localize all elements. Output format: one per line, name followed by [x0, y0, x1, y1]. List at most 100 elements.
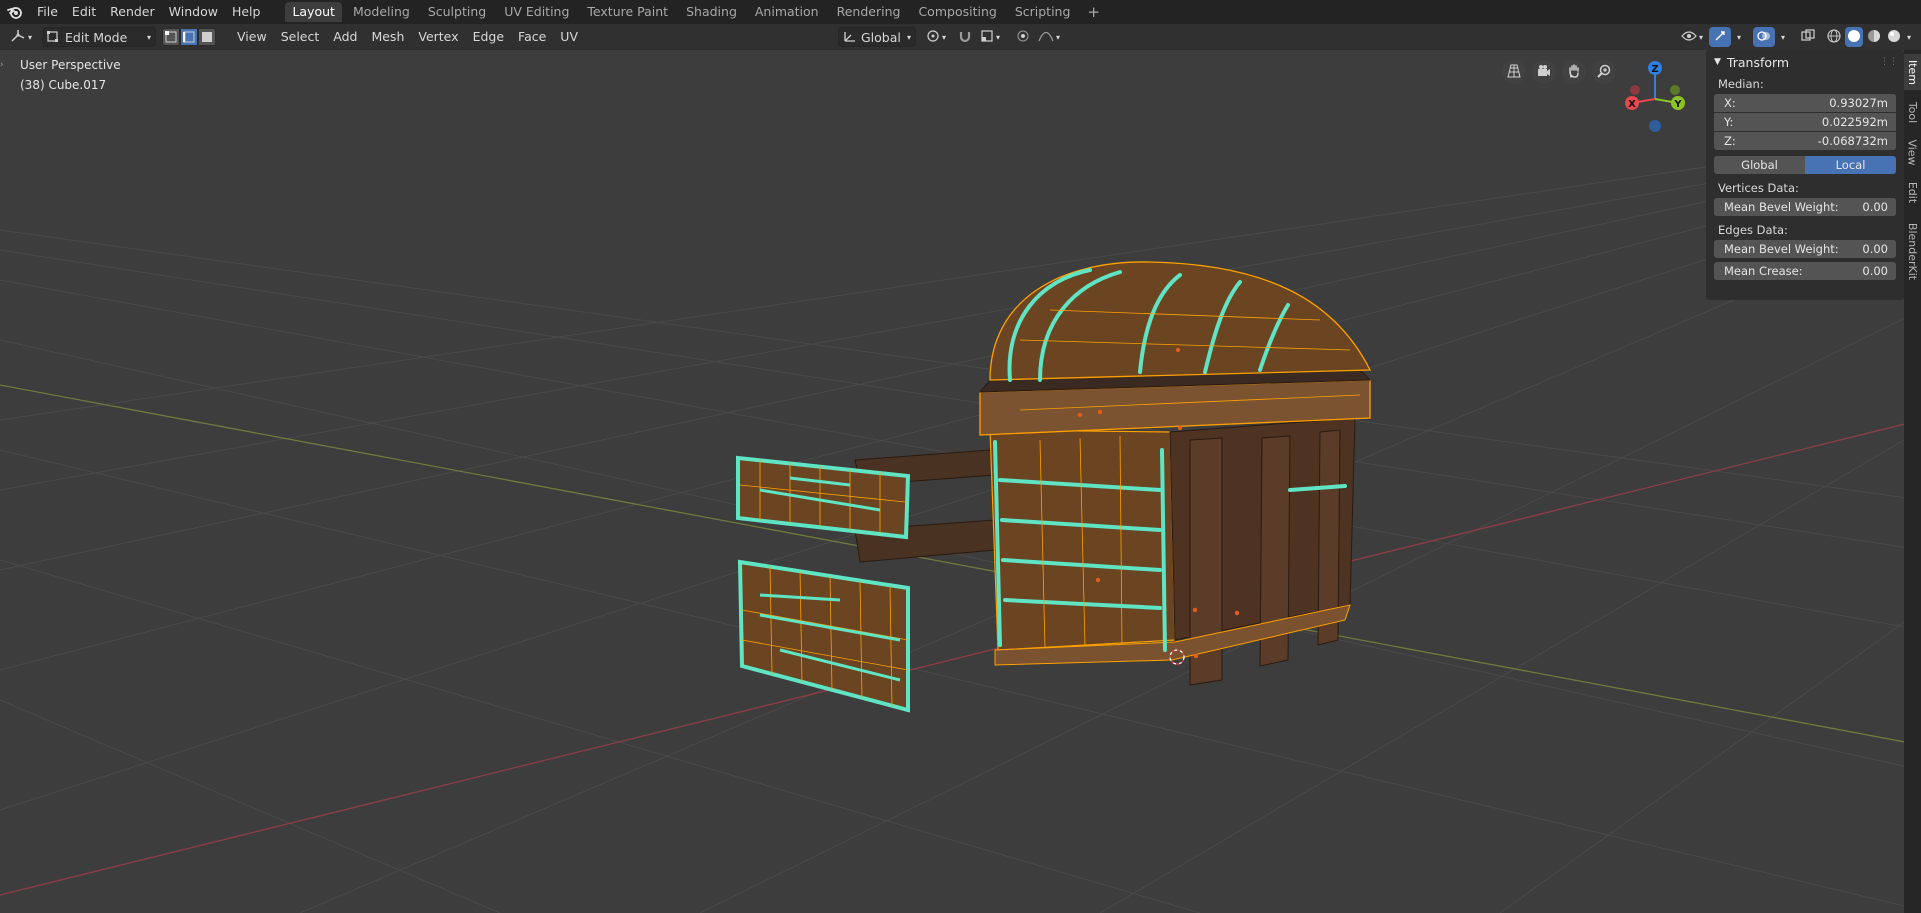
menu-window[interactable]: Window: [162, 0, 225, 24]
chevron-down-icon: ▾: [1056, 32, 1061, 42]
rendered-shading-icon: [1887, 29, 1901, 46]
material-shading-icon: [1867, 29, 1881, 46]
shading-options-dropdown[interactable]: ▾: [1905, 27, 1913, 47]
menu-help[interactable]: Help: [225, 0, 268, 24]
pivot-point-dropdown[interactable]: ▾: [922, 27, 950, 47]
gizmo-toggle[interactable]: [1708, 27, 1731, 47]
tab-blenderkit-label: BlenderKit: [1906, 222, 1920, 280]
tab-compositing[interactable]: Compositing: [911, 2, 1003, 22]
tab-item[interactable]: Item: [1904, 54, 1921, 90]
viewport-scene: Z Y X: [0, 61, 1921, 913]
navigation-gizmo[interactable]: Z Y X: [1625, 61, 1685, 132]
menu-face[interactable]: Face: [511, 24, 553, 50]
tab-view[interactable]: View: [1904, 132, 1921, 172]
overlays-toggle[interactable]: [1752, 27, 1775, 47]
3d-viewport-icon: [10, 29, 26, 46]
global-space-button[interactable]: Global: [1714, 156, 1805, 174]
transform-panel-header[interactable]: ▼ Transform ⋮⋮: [1706, 50, 1904, 74]
zoom-view-button[interactable]: [1592, 60, 1616, 84]
3d-viewport[interactable]: Z Y X User Perspective (38) Cube.017 ›: [0, 50, 1921, 913]
tab-edit[interactable]: Edit: [1904, 174, 1921, 210]
tab-blenderkit[interactable]: BlenderKit: [1904, 216, 1921, 286]
face-select-button[interactable]: [198, 28, 217, 46]
solid-shading-icon: [1847, 29, 1861, 46]
tab-scripting[interactable]: Scripting: [1008, 2, 1078, 22]
chevron-down-icon: ▾: [1736, 32, 1741, 42]
transform-orientation-dropdown[interactable]: Global ▾: [838, 27, 916, 47]
editor-type-dropdown[interactable]: ▾: [6, 27, 36, 47]
overlays-dropdown[interactable]: ▾: [1777, 27, 1789, 47]
snap-increment-icon: [980, 29, 994, 46]
menu-edge[interactable]: Edge: [466, 24, 511, 50]
orientation-icon: [843, 30, 857, 45]
space-toggle: Global Local: [1714, 156, 1896, 174]
drag-handle-icon[interactable]: ⋮⋮: [1880, 57, 1898, 67]
proportional-edit-icon: [1016, 29, 1030, 46]
edit-mode-icon: [47, 30, 61, 45]
tab-shading[interactable]: Shading: [679, 2, 744, 22]
snap-target-dropdown[interactable]: ▾: [976, 27, 1004, 47]
menu-vertex[interactable]: Vertex: [411, 24, 465, 50]
edge-select-button[interactable]: [180, 28, 199, 46]
vertex-bevel-weight-value: 0.00: [1862, 200, 1888, 214]
proportional-editing-toggle[interactable]: [1012, 27, 1034, 47]
median-x-value: 0.93027m: [1829, 96, 1888, 110]
tab-texture-paint[interactable]: Texture Paint: [580, 2, 675, 22]
edge-bevel-weight-field[interactable]: Mean Bevel Weight: 0.00: [1714, 240, 1896, 258]
tab-uv-editing[interactable]: UV Editing: [497, 2, 576, 22]
edge-crease-field[interactable]: Mean Crease: 0.00: [1714, 262, 1896, 280]
median-y-field[interactable]: Y: 0.022592m: [1714, 113, 1896, 131]
tab-layout[interactable]: Layout: [285, 2, 342, 22]
pan-view-button[interactable]: [1562, 60, 1586, 84]
vertex-select-button[interactable]: [162, 28, 181, 46]
blender-logo-icon[interactable]: [0, 0, 30, 24]
local-space-button[interactable]: Local: [1805, 156, 1896, 174]
shading-material-button[interactable]: [1865, 27, 1883, 47]
menu-add[interactable]: Add: [326, 24, 364, 50]
snap-toggle[interactable]: [954, 27, 976, 47]
menu-mesh[interactable]: Mesh: [364, 24, 411, 50]
median-y-value: 0.022592m: [1821, 115, 1888, 129]
orientation-label: Global: [861, 29, 901, 45]
proportional-falloff-dropdown[interactable]: ▾: [1034, 27, 1064, 47]
xray-toggle[interactable]: [1797, 27, 1819, 47]
median-x-field[interactable]: X: 0.93027m: [1714, 94, 1896, 112]
tab-sculpting[interactable]: Sculpting: [421, 2, 493, 22]
selectability-visibility-dropdown[interactable]: ▾: [1677, 27, 1707, 47]
tab-animation[interactable]: Animation: [748, 2, 826, 22]
mode-dropdown[interactable]: Edit Mode ▾: [42, 27, 157, 47]
median-x-label: X:: [1724, 96, 1736, 110]
edges-data-label: Edges Data:: [1718, 223, 1788, 237]
menu-edit[interactable]: Edit: [65, 0, 103, 24]
gizmo-dropdown[interactable]: ▾: [1733, 27, 1745, 47]
vertex-bevel-weight-field[interactable]: Mean Bevel Weight: 0.00: [1714, 198, 1896, 216]
tab-tool[interactable]: Tool: [1904, 94, 1921, 130]
shading-wireframe-button[interactable]: [1825, 27, 1843, 47]
hand-icon: [1567, 63, 1581, 81]
wireframe-shading-icon: [1827, 28, 1841, 46]
menu-uv[interactable]: UV: [553, 24, 585, 50]
add-workspace-button[interactable]: +: [1081, 3, 1106, 21]
toolbar-expand-arrow-icon[interactable]: ›: [0, 60, 8, 74]
shading-rendered-button[interactable]: [1885, 27, 1903, 47]
median-z-label: Z:: [1724, 134, 1736, 148]
menu-select[interactable]: Select: [274, 24, 327, 50]
tab-rendering[interactable]: Rendering: [830, 2, 908, 22]
camera-view-button[interactable]: [1532, 60, 1556, 84]
toggle-ortho-button[interactable]: [1502, 60, 1526, 84]
median-z-field[interactable]: Z: -0.068732m: [1714, 132, 1896, 150]
tab-modeling[interactable]: Modeling: [346, 2, 417, 22]
object-info-label: (38) Cube.017: [20, 78, 107, 92]
workspace-tabs: Layout Modeling Sculpting UV Editing Tex…: [285, 0, 1106, 24]
menu-file[interactable]: File: [30, 0, 65, 24]
median-y-label: Y:: [1724, 115, 1734, 129]
vertex-bevel-weight-label: Mean Bevel Weight:: [1724, 200, 1839, 214]
magnet-icon: [958, 29, 972, 46]
menu-view[interactable]: View: [230, 24, 274, 50]
shading-solid-button[interactable]: [1844, 27, 1863, 47]
gizmo-icon: [1713, 29, 1727, 46]
menu-render[interactable]: Render: [103, 0, 162, 24]
perspective-label: User Perspective: [20, 58, 121, 72]
edge-crease-label: Mean Crease:: [1724, 264, 1803, 278]
vertices-data-label: Vertices Data:: [1718, 181, 1799, 195]
